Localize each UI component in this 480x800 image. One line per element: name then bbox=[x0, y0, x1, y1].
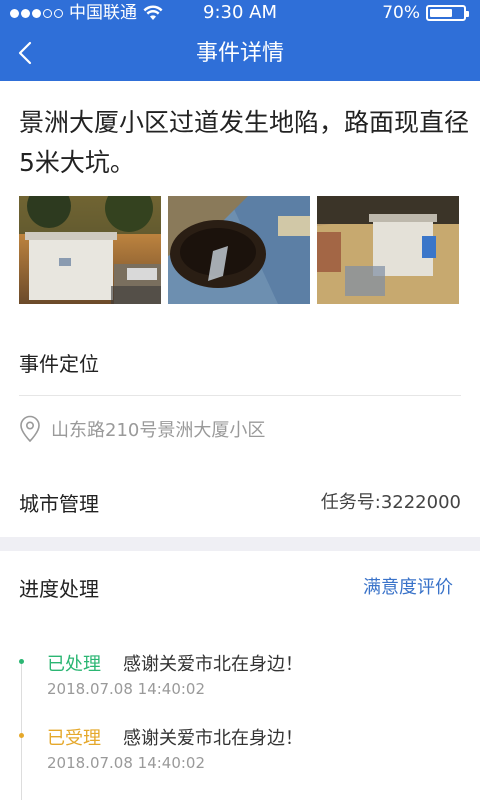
progress-section-label: 进度处理 bbox=[19, 577, 99, 601]
status-bar: 中国联通 9:30 AM 70% bbox=[0, 0, 480, 26]
timeline-time: 2018.07.08 14:40:02 bbox=[47, 754, 206, 772]
location-row[interactable]: 山东路210号景洲大厦小区 bbox=[19, 415, 265, 443]
timeline-message: 感谢关爱市北在身边！ bbox=[123, 728, 303, 749]
timeline-status: 已受理 bbox=[47, 728, 101, 749]
battery-fill bbox=[430, 9, 453, 17]
status-right: 70% bbox=[382, 0, 469, 26]
event-photo-2[interactable] bbox=[168, 196, 310, 304]
task-number: 任务号:3222000 bbox=[320, 492, 461, 513]
timeline-status: 已处理 bbox=[47, 654, 101, 675]
satisfaction-rating-link[interactable]: 满意度评价 bbox=[363, 573, 453, 599]
section-separator bbox=[0, 537, 480, 551]
event-photo-3[interactable] bbox=[317, 196, 459, 304]
timeline-dot bbox=[19, 733, 24, 738]
event-photo-1[interactable] bbox=[19, 196, 161, 304]
timeline-message: 感谢关爱市北在身边！ bbox=[123, 654, 303, 675]
divider bbox=[19, 395, 461, 396]
page-title: 事件详情 bbox=[195, 41, 284, 66]
category-label: 城市管理 bbox=[19, 492, 99, 516]
location-pin-icon bbox=[20, 415, 40, 443]
timeline-line bbox=[21, 662, 22, 800]
event-title: 景洲大厦小区过道发生地陷，路面现直径5米大坑。 bbox=[19, 108, 470, 177]
location-section-label: 事件定位 bbox=[19, 352, 99, 376]
timeline-dot bbox=[19, 659, 24, 664]
location-address: 山东路210号景洲大厦小区 bbox=[51, 420, 266, 441]
battery-icon bbox=[426, 5, 469, 21]
app-header: 中国联通 9:30 AM 70% 事件详情 bbox=[0, 0, 480, 81]
nav-bar: 事件详情 bbox=[0, 26, 480, 81]
battery-percent: 70% bbox=[382, 3, 420, 23]
event-photos bbox=[19, 196, 461, 304]
timeline-time: 2018.07.08 14:40:02 bbox=[47, 680, 206, 698]
